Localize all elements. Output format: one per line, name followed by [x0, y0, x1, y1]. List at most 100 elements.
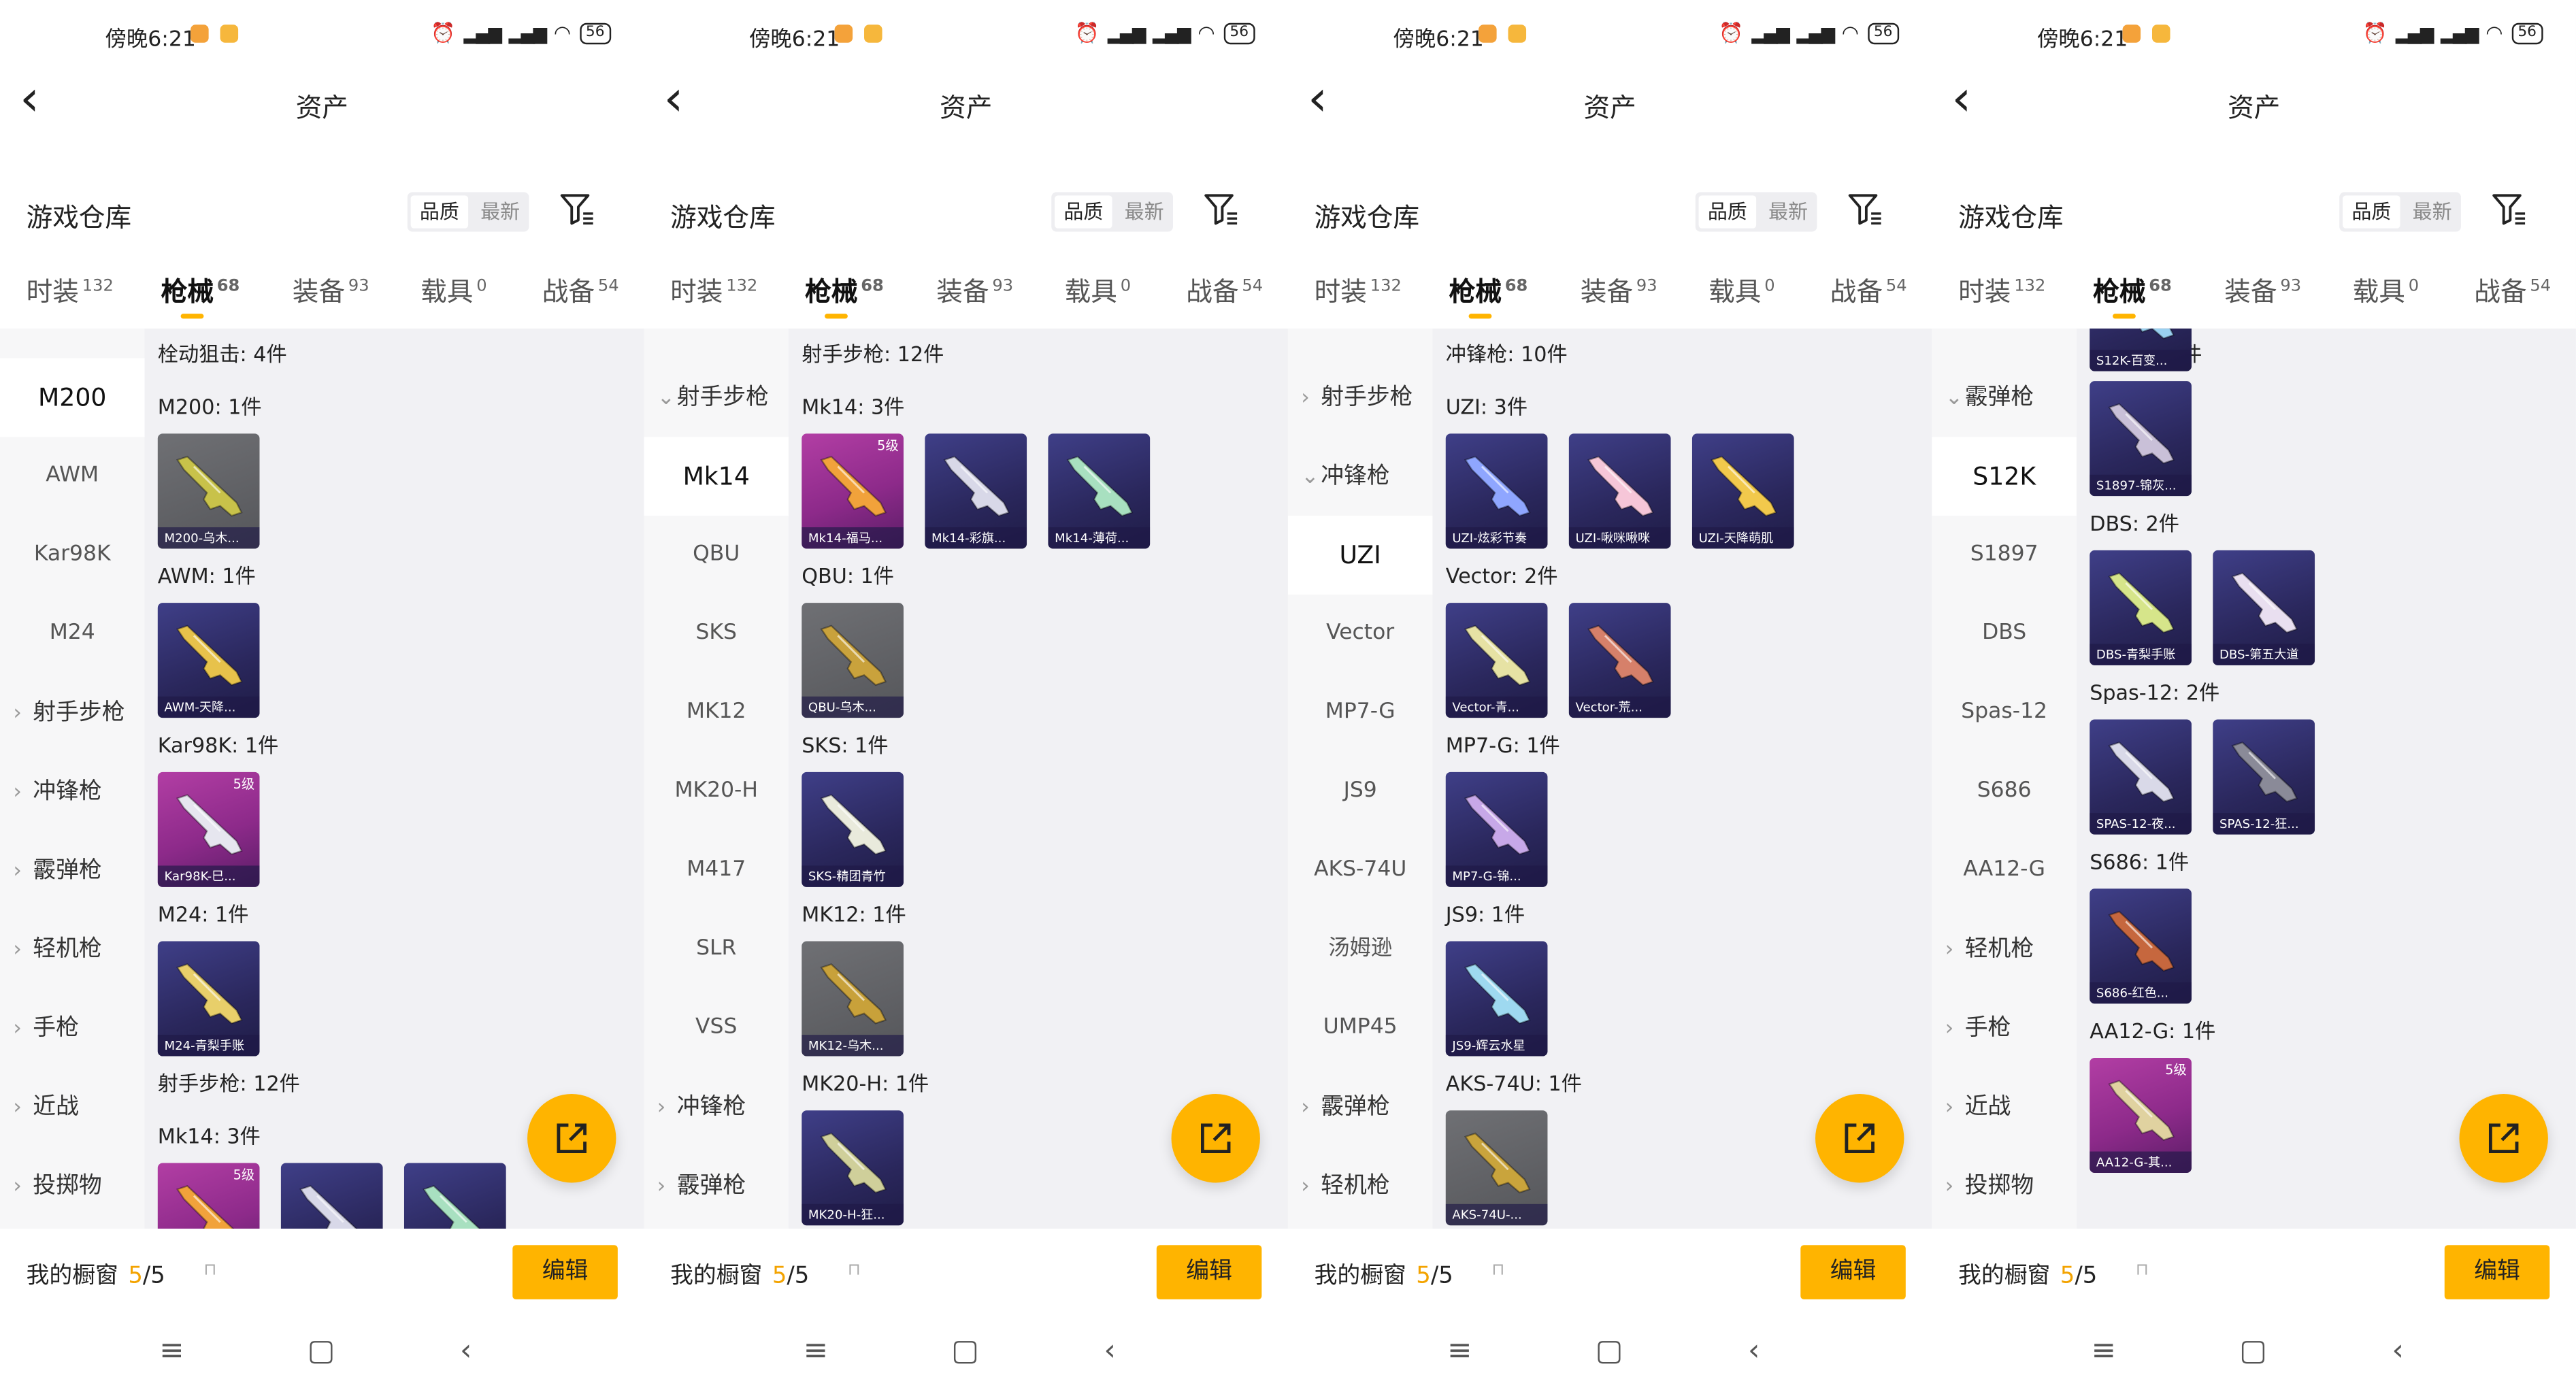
sort-quality-button[interactable]: 品质 [1698, 195, 1757, 229]
tab-3[interactable]: 载具 0 [2353, 269, 2420, 309]
sidebar-item[interactable]: MP7-G [1288, 674, 1432, 752]
sidebar-item[interactable]: S1897 [1932, 516, 2076, 595]
tab-0[interactable]: 时装 132 [27, 269, 114, 309]
tab-4[interactable]: 战备 54 [1186, 269, 1263, 309]
sort-quality-button[interactable]: 品质 [1055, 195, 1112, 229]
tab-0[interactable]: 时装 132 [1315, 269, 1402, 309]
sort-quality-button[interactable]: 品质 [2343, 195, 2400, 229]
weapon-skin-card[interactable]: AKS-74U-... [1445, 1110, 1548, 1226]
weapon-skin-card[interactable]: S1897-锦灰... [2090, 381, 2192, 497]
sidebar-group[interactable]: 霰弹枪 [644, 1146, 788, 1225]
sidebar-group[interactable]: 霰弹枪 [0, 831, 144, 910]
sidebar-item[interactable] [1288, 329, 1432, 358]
filter-icon[interactable] [1201, 189, 1240, 229]
sidebar-group[interactable]: 射手步枪 [644, 358, 788, 437]
sidebar-group[interactable]: 近战 [1932, 1067, 2076, 1146]
sidebar-group[interactable]: 霰弹枪 [1932, 358, 2076, 437]
menu-icon[interactable]: ≡ [1447, 1334, 1472, 1369]
weapon-skin-card[interactable]: M200-乌木... [157, 433, 260, 549]
sort-toggle[interactable]: 品质 最新 [1051, 192, 1173, 232]
tab-1[interactable]: 枪械 68 [805, 269, 884, 319]
sidebar-item[interactable]: 汤姆逊 [1288, 910, 1432, 989]
share-button[interactable] [2459, 1094, 2548, 1183]
tab-1[interactable]: 枪械 68 [161, 269, 240, 319]
menu-icon[interactable]: ≡ [804, 1334, 828, 1369]
sidebar-item[interactable]: QBU [644, 516, 788, 595]
sort-toggle[interactable]: 品质 最新 [407, 192, 529, 232]
tab-3[interactable]: 载具 0 [420, 269, 487, 309]
weapon-skin-card[interactable]: Mk14-薄荷... [403, 1163, 506, 1229]
sidebar-item[interactable]: AKS-74U [1288, 831, 1432, 910]
sidebar-item[interactable]: SLR [644, 910, 788, 989]
sort-quality-button[interactable]: 品质 [410, 195, 469, 229]
sidebar-item[interactable]: JS9 [1288, 752, 1432, 831]
sidebar-item[interactable]: MK12 [644, 674, 788, 752]
sidebar-item[interactable]: AA12-G [1932, 831, 2076, 910]
weapon-skin-card[interactable]: Vector-荒... [1568, 603, 1671, 718]
weapon-skin-card[interactable]: MK20-H-狂... [802, 1110, 904, 1226]
edit-button[interactable]: 编辑 [512, 1245, 618, 1299]
weapon-skin-card[interactable]: M24-青梨手账 [157, 941, 260, 1057]
sidebar-group[interactable]: 冲锋枪 [1288, 437, 1432, 516]
sidebar-group[interactable]: 霰弹枪 [1288, 1067, 1432, 1146]
sort-latest-button[interactable]: 最新 [1760, 192, 1817, 231]
weapon-skin-card[interactable]: SPAS-12-夜... [2090, 719, 2192, 835]
weapon-skin-card[interactable]: UZI-天降萌肌 [1691, 433, 1794, 549]
tab-2[interactable]: 装备 93 [1581, 269, 1657, 309]
tab-1[interactable]: 枪械 68 [1449, 269, 1528, 319]
weapon-skin-card[interactable]: 5级 AA12-G-其... [2090, 1057, 2192, 1173]
menu-icon[interactable]: ≡ [159, 1334, 184, 1369]
edit-button[interactable]: 编辑 [1800, 1245, 1906, 1299]
weapon-skin-card[interactable]: Vector-青... [1445, 603, 1548, 718]
sidebar-item[interactable]: VSS [644, 989, 788, 1068]
sidebar-group[interactable]: 轻机枪 [0, 910, 144, 989]
sidebar-group[interactable]: 射手步枪 [1288, 358, 1432, 437]
sidebar-item[interactable]: DBS [1932, 595, 2076, 674]
tab-3[interactable]: 载具 0 [1708, 269, 1775, 309]
sidebar-group[interactable]: 手枪 [0, 989, 144, 1068]
sidebar-item[interactable]: AWM [0, 437, 144, 516]
sidebar-group[interactable]: 投掷物 [0, 1146, 144, 1225]
weapon-skin-card[interactable]: QBU-乌木... [802, 603, 904, 718]
share-button[interactable] [1171, 1094, 1260, 1183]
sidebar-item[interactable]: S686 [1932, 752, 2076, 831]
tab-0[interactable]: 时装 132 [670, 269, 757, 309]
sidebar-item[interactable]: S12K [1932, 437, 2077, 516]
sidebar-group[interactable]: 轻机枪 [1288, 1146, 1432, 1225]
sort-toggle[interactable]: 品质 最新 [2339, 192, 2461, 232]
sidebar-item[interactable] [644, 329, 788, 358]
sidebar-group[interactable]: 冲锋枪 [644, 1067, 788, 1146]
tab-3[interactable]: 载具 0 [1065, 269, 1132, 309]
sort-toggle[interactable]: 品质 最新 [1695, 192, 1817, 232]
edit-button[interactable]: 编辑 [2444, 1245, 2550, 1299]
weapon-skin-card[interactable]: Mk14-彩旗... [280, 1163, 383, 1229]
share-button[interactable] [527, 1094, 616, 1183]
sidebar-item[interactable] [0, 329, 144, 358]
tab-4[interactable]: 战备 54 [542, 269, 619, 309]
weapon-skin-card[interactable]: UZI-炫彩节奏 [1445, 433, 1548, 549]
weapon-skin-card[interactable]: DBS-第五大道 [2213, 550, 2315, 665]
share-button[interactable] [1815, 1094, 1904, 1183]
tab-4[interactable]: 战备 54 [2474, 269, 2551, 309]
filter-icon[interactable] [557, 189, 597, 229]
sidebar-item[interactable]: MK20-H [644, 752, 788, 831]
sidebar-item[interactable]: M24 [0, 595, 144, 674]
weapon-skin-card[interactable]: 5级Mk14-福马... [157, 1163, 260, 1229]
weapon-skin-card[interactable]: SKS-精团青竹 [802, 771, 904, 887]
home-icon[interactable]: ▢ [308, 1334, 335, 1369]
sidebar-item[interactable] [1932, 329, 2076, 358]
tab-1[interactable]: 枪械 68 [2093, 269, 2172, 319]
back-icon[interactable]: ‹ [460, 1334, 472, 1369]
back-icon[interactable]: ‹ [2392, 1334, 2404, 1369]
weapon-skin-card[interactable]: SPAS-12-狂... [2213, 719, 2315, 835]
home-icon[interactable]: ▢ [2239, 1334, 2267, 1369]
weapon-skin-card[interactable]: DBS-青梨手账 [2090, 550, 2192, 665]
sort-latest-button[interactable]: 最新 [472, 192, 529, 231]
sidebar-item[interactable]: UZI [1287, 516, 1433, 595]
tab-0[interactable]: 时装 132 [1958, 269, 2045, 309]
sidebar-group[interactable]: 投掷物 [1932, 1146, 2076, 1225]
tab-2[interactable]: 装备 93 [293, 269, 369, 309]
weapon-skin-card[interactable]: 5级Mk14-福马... [802, 433, 904, 549]
sidebar-group[interactable]: 手枪 [1932, 989, 2076, 1068]
filter-icon[interactable] [1845, 189, 1884, 229]
